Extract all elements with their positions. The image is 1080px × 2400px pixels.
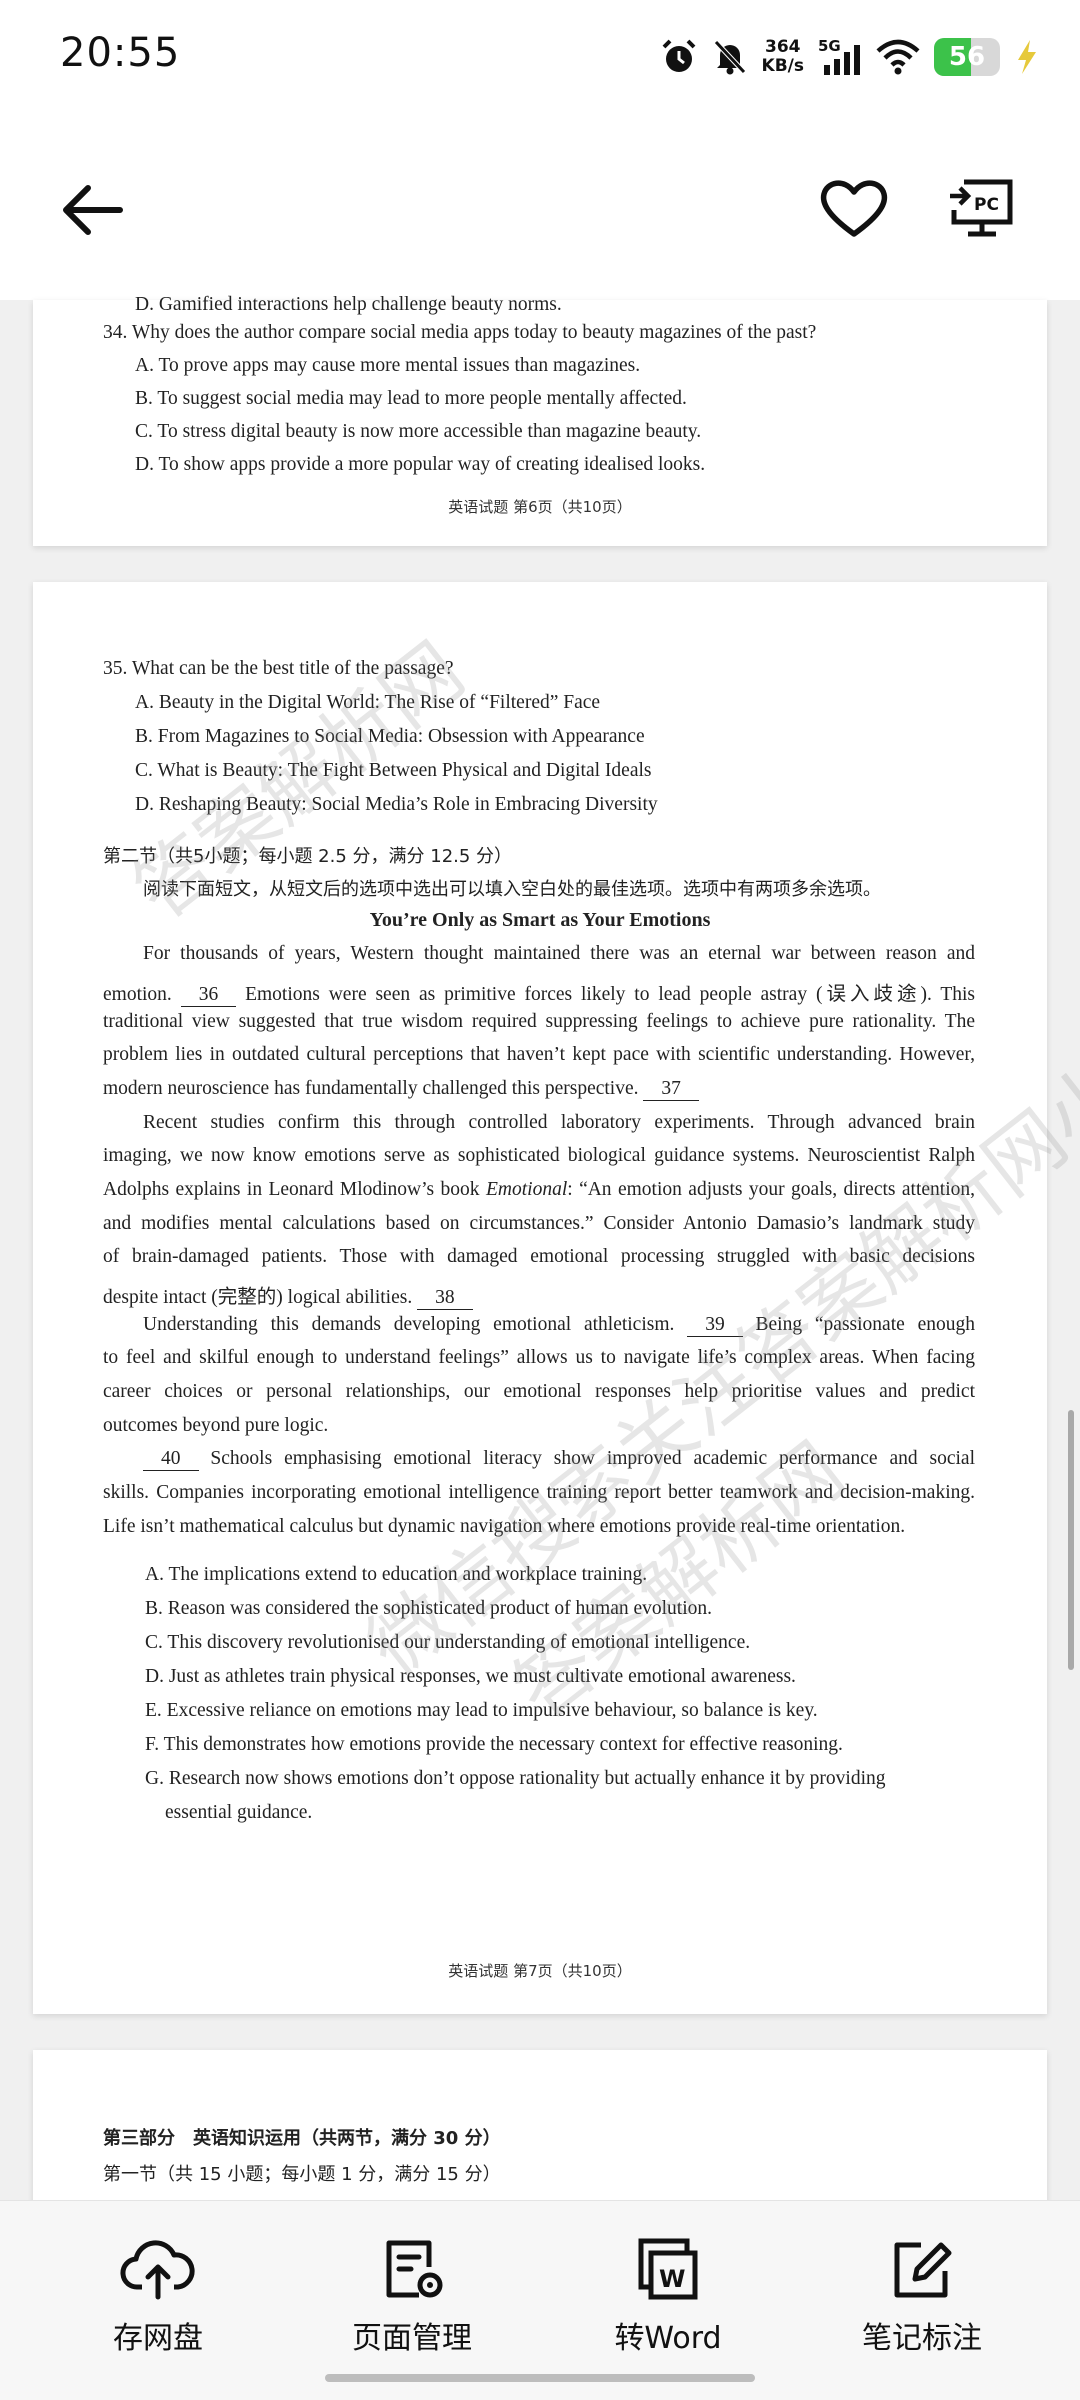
p2-line-2: imaging, we now know emotions serve as s… bbox=[103, 1145, 975, 1166]
alarm-icon bbox=[662, 39, 695, 72]
option-d: D. Just as athletes train physical respo… bbox=[145, 1666, 796, 1687]
blank-40: 40 bbox=[143, 1448, 199, 1471]
edit-note-icon bbox=[894, 2242, 952, 2298]
option-35b: B. From Magazines to Social Media: Obses… bbox=[135, 726, 645, 747]
status-time: 20:55 bbox=[60, 30, 181, 76]
option-34b: B. To suggest social media may lead to m… bbox=[135, 388, 687, 409]
option-34a: A. To prove apps may cause more mental i… bbox=[135, 355, 641, 376]
send-to-pc-icon: PC bbox=[950, 179, 1013, 237]
option-34c: C. To stress digital beauty is now more … bbox=[135, 421, 702, 442]
p2-line-1: Recent studies confirm this through cont… bbox=[143, 1112, 975, 1133]
question-35: 35. What can be the best title of the pa… bbox=[103, 658, 454, 679]
p4-line-2: skills. Companies incorporating emotiona… bbox=[103, 1482, 975, 1503]
p2-line-6: despite intact (完整的) logical abilities. … bbox=[103, 1280, 473, 1310]
p1-line-2: emotion. 36 Emotions were seen as primit… bbox=[103, 984, 976, 1007]
document-page-7: 35. What can be the best title of the pa… bbox=[33, 582, 1047, 2014]
home-indicator[interactable] bbox=[325, 2374, 755, 2382]
bottom-toolbar: 存网盘 页面管理 W 转Word 笔记标注 bbox=[0, 2200, 1080, 2400]
p3-line-1: Understanding this demands developing em… bbox=[143, 1314, 975, 1337]
option-g: G. Research now shows emotions don’t opp… bbox=[145, 1768, 886, 1789]
page-footer: 英语试题 第6页（共10页） bbox=[448, 498, 632, 516]
status-icons: 364 KB/s 5G 56 bbox=[660, 32, 1040, 82]
option-e: E. Excessive reliance on emotions may le… bbox=[145, 1700, 818, 1721]
option-35c: C. What is Beauty: The Fight Between Phy… bbox=[135, 760, 652, 781]
option-34d: D. To show apps provide a more popular w… bbox=[135, 454, 706, 475]
save-to-cloud-button[interactable]: 存网盘 bbox=[58, 2237, 258, 2357]
status-bar: 20:55 364 KB/s 5G 56 bbox=[0, 0, 1080, 110]
back-button[interactable] bbox=[58, 180, 128, 240]
scrollbar-thumb[interactable] bbox=[1068, 1410, 1074, 1670]
send-to-pc-button[interactable]: PC bbox=[948, 176, 1016, 240]
svg-text:W: W bbox=[659, 2265, 685, 2293]
option-b: B. Reason was considered the sophisticat… bbox=[145, 1598, 713, 1619]
notes-annotation-button[interactable]: 笔记标注 bbox=[822, 2237, 1022, 2357]
section-heading: 第二节（共5小题；每小题 2.5 分，满分 12.5 分） bbox=[103, 846, 513, 867]
p4-line-1: 40 Schools emphasising emotional literac… bbox=[143, 1448, 975, 1471]
document-page-6: D. Gamified interactions help challenge … bbox=[33, 294, 1047, 546]
page-management-button[interactable]: 页面管理 bbox=[312, 2237, 512, 2357]
wifi-icon bbox=[876, 39, 920, 75]
charging-bolt-icon bbox=[1018, 40, 1036, 74]
p3-line-2: to feel and skilful enough to understand… bbox=[103, 1347, 975, 1368]
p1-line-1: For thousands of years, Western thought … bbox=[143, 943, 975, 964]
battery-indicator: 56 bbox=[934, 38, 1000, 76]
p3-line-4: outcomes beyond pure logic. bbox=[103, 1415, 329, 1436]
option-g-continued: essential guidance. bbox=[165, 1802, 313, 1823]
blank-36: 36 bbox=[180, 984, 237, 1007]
option-33d: D. Gamified interactions help challenge … bbox=[135, 294, 562, 315]
p2-line-4: and modifies mental calculations based o… bbox=[103, 1213, 975, 1234]
page-settings-icon bbox=[386, 2240, 443, 2298]
network-speed: 364 KB/s bbox=[761, 37, 804, 76]
heart-icon bbox=[820, 180, 888, 237]
page-footer: 英语试题 第7页（共10页） bbox=[448, 1962, 632, 1980]
section-heading: 第一节（共 15 小题；每小题 1 分，满分 15 分） bbox=[103, 2164, 501, 2185]
convert-to-word-button[interactable]: W 转Word bbox=[568, 2237, 768, 2357]
section-instructions: 阅读下面短文，从短文后的选项中选出可以填入空白处的最佳选项。选项中有两项多余选项… bbox=[143, 879, 881, 900]
part-heading: 第三部分 英语知识运用（共两节，满分 30 分） bbox=[103, 2128, 501, 2149]
option-35a: A. Beauty in the Digital World: The Rise… bbox=[135, 692, 601, 713]
option-f: F. This demonstrates how emotions provid… bbox=[145, 1734, 843, 1755]
question-34: 34. Why does the author compare social m… bbox=[103, 322, 817, 343]
favorite-button[interactable] bbox=[818, 176, 890, 240]
cellular-signal: 5G bbox=[818, 37, 862, 77]
p1-line-3: traditional view suggested that true wis… bbox=[103, 1011, 975, 1032]
option-c: C. This discovery revolutionised our und… bbox=[145, 1632, 751, 1653]
blank-39: 39 bbox=[687, 1314, 743, 1337]
word-convert-icon: W bbox=[638, 2238, 698, 2300]
mute-bell-icon bbox=[713, 40, 746, 75]
p3-line-3: career choices or personal relationships… bbox=[103, 1381, 975, 1402]
p1-line-5: modern neuroscience has fundamentally ch… bbox=[103, 1078, 699, 1101]
cloud-upload-icon bbox=[120, 2240, 195, 2300]
p1-line-4: problem lies in outdated cultural percep… bbox=[103, 1044, 975, 1065]
signal-bars-icon bbox=[824, 45, 860, 75]
passage-title: You’re Only as Smart as Your Emotions bbox=[369, 909, 711, 931]
blank-38: 38 bbox=[417, 1287, 473, 1310]
option-a: A. The implications extend to education … bbox=[145, 1564, 648, 1585]
p2-line-5: of brain-damaged patients. Those with da… bbox=[103, 1246, 975, 1267]
option-35d: D. Reshaping Beauty: Social Media’s Role… bbox=[135, 794, 658, 815]
arrow-left-icon bbox=[63, 185, 123, 235]
top-toolbar: PC bbox=[0, 110, 1080, 300]
p2-line-3: Adolphs explains in Leonard Mlodinow’s b… bbox=[103, 1179, 975, 1200]
p4-line-3: Life isn’t mathematical calculus but dyn… bbox=[103, 1516, 906, 1537]
svg-text:PC: PC bbox=[974, 195, 999, 215]
blank-37: 37 bbox=[643, 1078, 699, 1101]
